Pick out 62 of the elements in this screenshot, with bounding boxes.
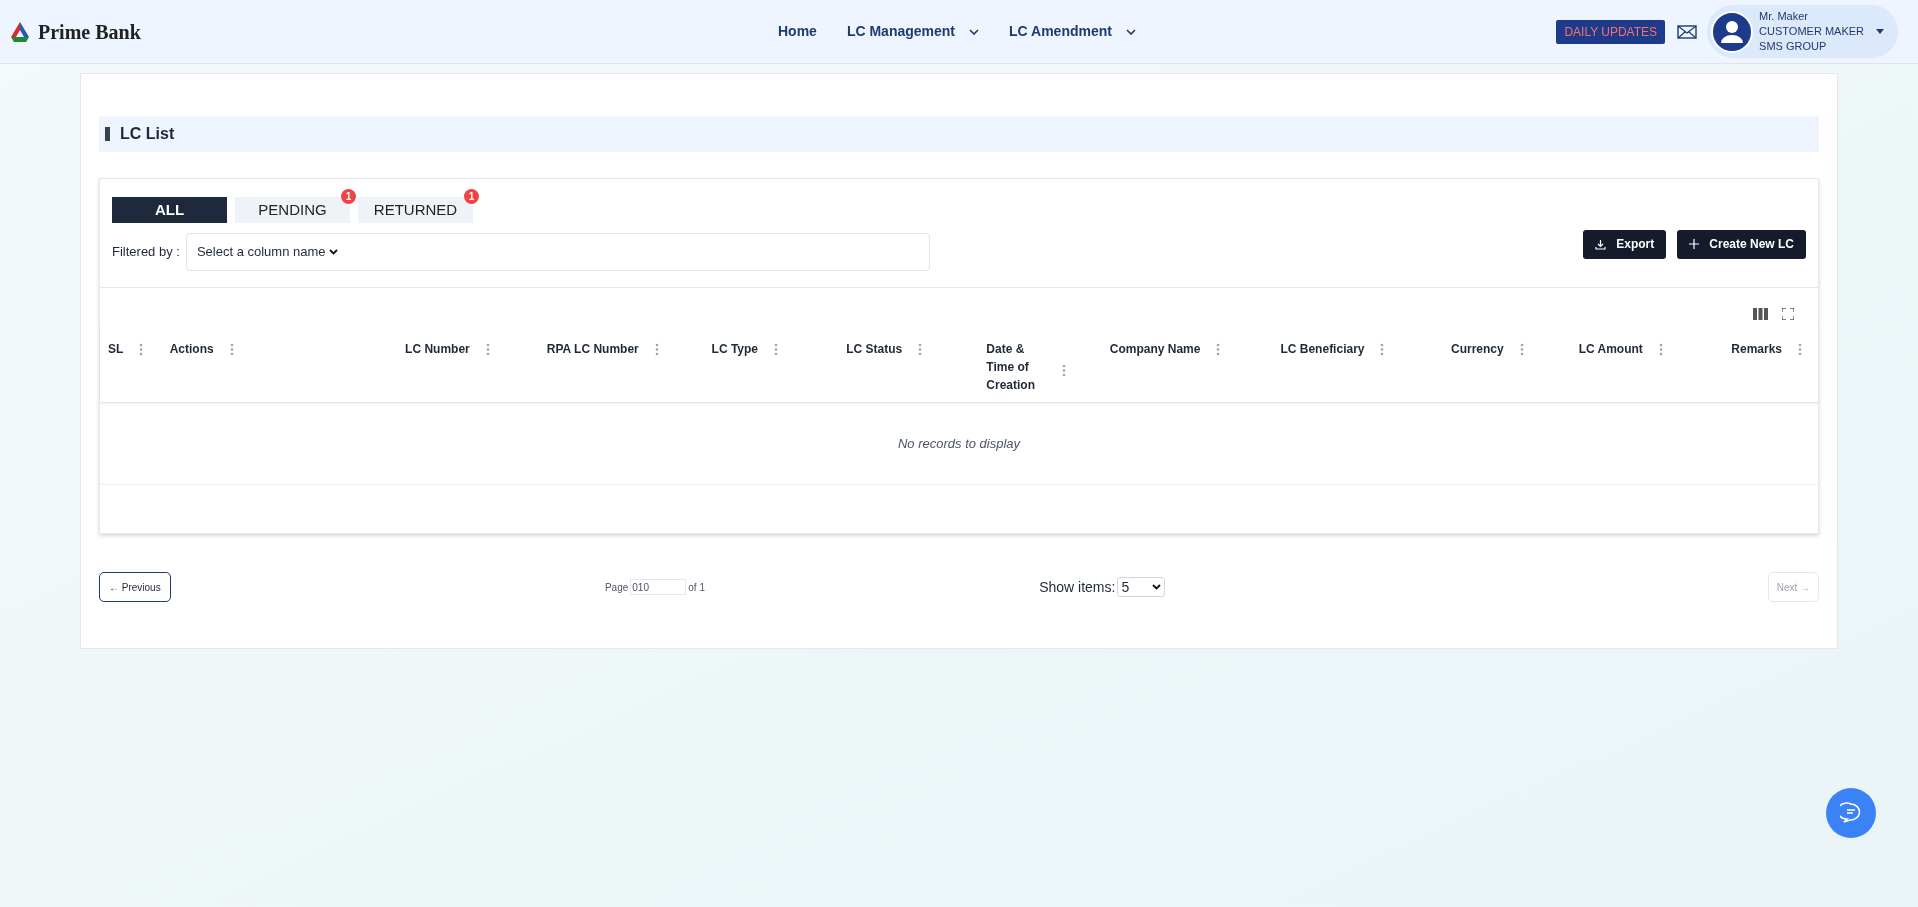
download-icon	[1595, 238, 1607, 250]
page-title: LC List	[120, 124, 175, 144]
column-header: Company Name	[1109, 341, 1201, 358]
chevron-down-icon	[328, 249, 338, 255]
brand-name: Prime Bank	[38, 19, 141, 45]
count-badge: 1	[341, 189, 356, 204]
export-button[interactable]: Export	[1583, 229, 1667, 259]
avatar-icon	[1711, 10, 1754, 53]
column-menu-icon[interactable]	[918, 343, 923, 356]
page-total: of 1	[688, 580, 705, 595]
filter-label: Filtered by :	[112, 243, 180, 262]
page-label: Page	[604, 580, 629, 595]
items-select[interactable]: 5	[1117, 577, 1166, 597]
mail-icon[interactable]	[1677, 24, 1698, 39]
column-header: SL	[108, 341, 124, 358]
accent-bar	[105, 127, 110, 141]
create-button[interactable]: Create New LC	[1677, 229, 1806, 259]
filter-tab[interactable]: ALL	[112, 197, 227, 223]
user-role: CUSTOMER MAKER	[1759, 24, 1864, 39]
column-menu-icon[interactable]	[1062, 364, 1067, 377]
column-header: RPA LC Number	[546, 341, 639, 358]
column-header: LC Status	[846, 341, 903, 358]
column-menu-icon[interactable]	[1519, 343, 1524, 356]
column-header: LC Amount	[1578, 341, 1643, 358]
column-select[interactable]: Select a column name	[185, 233, 930, 271]
column-header: Date & Time of Creation	[986, 341, 1037, 394]
column-header: LC Number	[405, 341, 470, 358]
column-header: LC Type	[711, 341, 759, 358]
nav-link[interactable]: Home	[778, 21, 817, 42]
chevron-down-icon	[1125, 28, 1136, 35]
caret-icon	[1876, 29, 1884, 34]
columns-icon[interactable]	[1753, 308, 1768, 320]
column-menu-icon[interactable]	[654, 343, 659, 356]
previous-button[interactable]: ← Previous	[99, 572, 171, 602]
chat-button[interactable]	[1826, 788, 1876, 838]
chevron-down-icon	[1152, 584, 1162, 590]
count-badge: 1	[464, 189, 479, 204]
column-menu-icon[interactable]	[229, 343, 234, 356]
nav-link[interactable]: LC Management	[846, 21, 980, 42]
plus-icon	[1689, 239, 1700, 249]
column-menu-icon[interactable]	[1658, 343, 1663, 356]
column-header: Currency	[1451, 341, 1504, 358]
user-group: SMS GROUP	[1759, 39, 1864, 54]
nav-link[interactable]: LC Amendment	[1009, 21, 1136, 42]
page-input[interactable]: 010	[630, 579, 687, 595]
user-menu[interactable]: Mr. Maker CUSTOMER MAKER SMS GROUP	[1707, 5, 1898, 58]
user-name: Mr. Maker	[1759, 9, 1809, 24]
show-items-label: Show items:	[1039, 577, 1116, 597]
empty-message: No records to display	[897, 434, 1021, 453]
daily-updates-button[interactable]: DAILY UPDATES	[1556, 19, 1666, 44]
chevron-down-icon	[969, 28, 980, 35]
column-menu-icon[interactable]	[485, 343, 490, 356]
column-menu-icon[interactable]	[139, 343, 144, 356]
column-menu-icon[interactable]	[1798, 343, 1803, 356]
column-header: Actions	[169, 341, 214, 358]
chat-icon	[1840, 802, 1862, 824]
column-menu-icon[interactable]	[1380, 343, 1385, 356]
column-menu-icon[interactable]	[1216, 343, 1221, 356]
column-header: Remarks	[1731, 341, 1783, 358]
column-menu-icon[interactable]	[774, 343, 779, 356]
fullscreen-icon[interactable]	[1782, 308, 1794, 320]
column-header: LC Beneficiary	[1280, 341, 1365, 358]
